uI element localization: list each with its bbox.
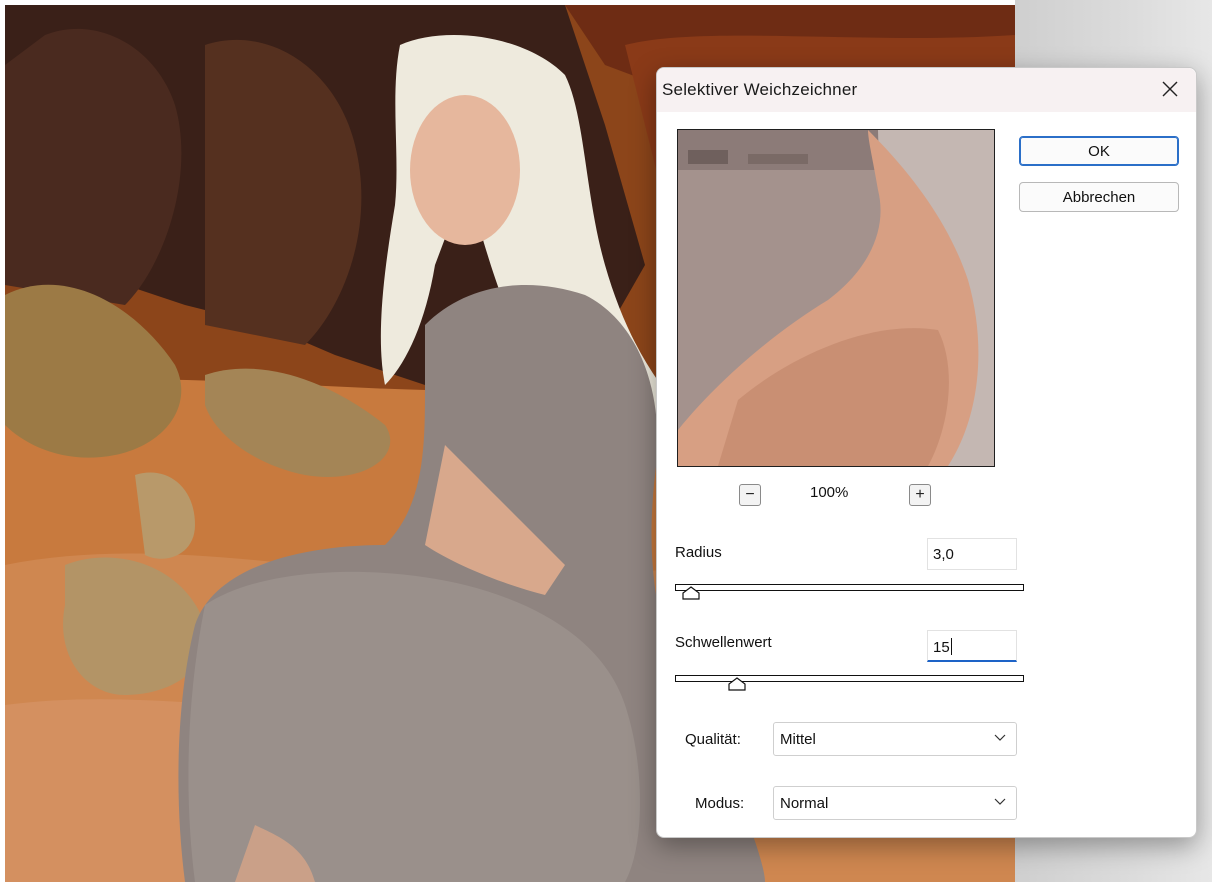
zoom-in-button[interactable]: + bbox=[909, 484, 931, 506]
mode-select[interactable]: Normal bbox=[773, 786, 1017, 820]
zoom-out-label: − bbox=[745, 486, 755, 503]
radius-slider-track[interactable] bbox=[675, 584, 1024, 591]
text-caret bbox=[950, 638, 952, 655]
quality-value: Mittel bbox=[780, 731, 816, 748]
zoom-level: 100% bbox=[810, 484, 849, 501]
dialog-title: Selektiver Weichzeichner bbox=[662, 80, 858, 99]
preview-illustration bbox=[678, 130, 994, 466]
mode-value: Normal bbox=[780, 795, 829, 812]
close-button[interactable] bbox=[1153, 72, 1187, 106]
zoom-out-button[interactable]: − bbox=[739, 484, 761, 506]
radius-slider-thumb[interactable] bbox=[682, 586, 700, 600]
threshold-slider-thumb[interactable] bbox=[728, 677, 746, 691]
selective-blur-dialog: Selektiver Weichzeichner − 100% + OK Abb… bbox=[656, 67, 1197, 838]
close-icon bbox=[1162, 81, 1178, 97]
threshold-value: 15 bbox=[933, 639, 950, 656]
radius-label: Radius bbox=[675, 544, 722, 561]
chevron-down-icon bbox=[994, 798, 1006, 805]
radius-value: 3,0 bbox=[933, 546, 954, 563]
dialog-titlebar: Selektiver Weichzeichner bbox=[657, 68, 1196, 112]
preview-image[interactable] bbox=[677, 129, 995, 467]
quality-label: Qualität: bbox=[685, 731, 741, 748]
quality-select[interactable]: Mittel bbox=[773, 722, 1017, 756]
mode-label: Modus: bbox=[695, 795, 745, 812]
cancel-button[interactable]: Abbrechen bbox=[1019, 182, 1179, 212]
chevron-down-icon bbox=[994, 734, 1006, 741]
zoom-in-label: + bbox=[915, 486, 925, 503]
threshold-label: Schwellenwert bbox=[675, 634, 772, 651]
threshold-input[interactable]: 15 bbox=[927, 630, 1017, 662]
ok-button[interactable]: OK bbox=[1019, 136, 1179, 166]
radius-input[interactable]: 3,0 bbox=[927, 538, 1017, 570]
